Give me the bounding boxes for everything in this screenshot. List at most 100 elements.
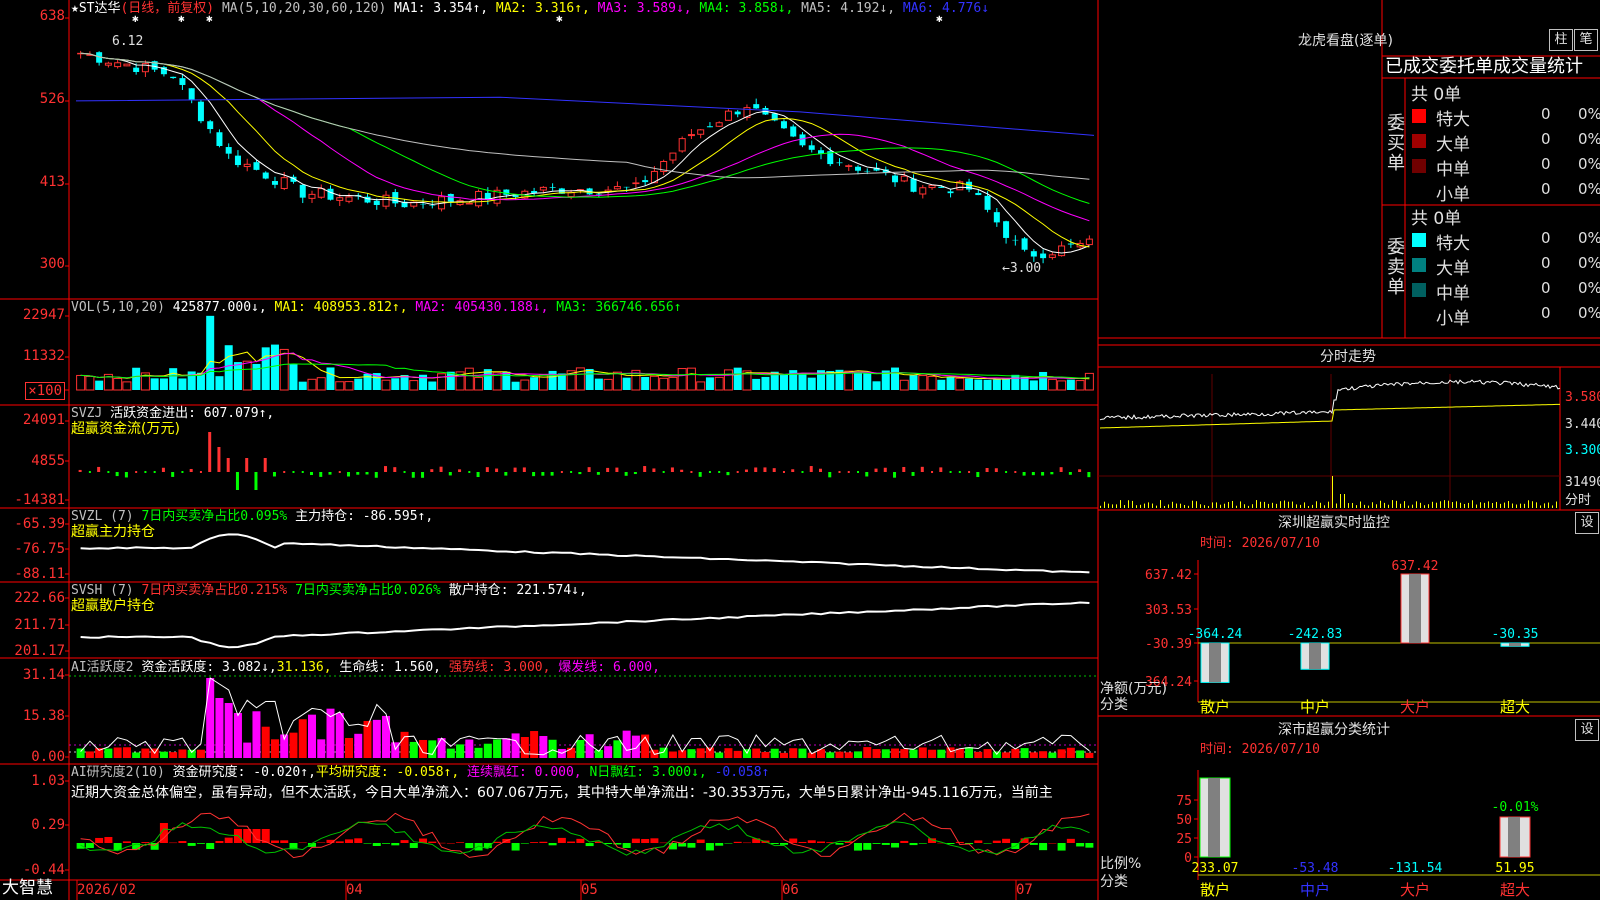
intraday-volume-bar xyxy=(1340,494,1341,508)
flow-dot xyxy=(292,471,295,473)
candle-up xyxy=(1048,254,1056,258)
flow-bar xyxy=(883,467,887,472)
volume-bar-down xyxy=(446,371,455,390)
candle-up xyxy=(678,138,686,152)
ai-research-ytick: 0.29 xyxy=(31,817,65,833)
flow-bar xyxy=(874,468,878,472)
flow-bar xyxy=(393,467,397,472)
intraday-volume-bar xyxy=(1240,501,1241,508)
candle-up xyxy=(900,175,908,182)
flow-bar xyxy=(1068,472,1072,475)
candle-up xyxy=(919,187,927,195)
flow-bar xyxy=(235,472,239,490)
bar-view-button[interactable]: 柱 xyxy=(1549,29,1573,51)
research-bar xyxy=(520,843,529,844)
ma-label: MA(5,10,20,30,60,120) xyxy=(221,1,387,16)
ma-line xyxy=(80,52,1090,254)
realtime-settings-button[interactable]: 设 xyxy=(1575,512,1599,534)
longhu-title: 龙虎看盘(逐单) xyxy=(1298,33,1393,49)
main-force-line xyxy=(80,533,1090,574)
volume-bar-down xyxy=(854,371,863,390)
flow-dot xyxy=(801,471,804,473)
activity-bar xyxy=(113,747,122,758)
volume-bar-up xyxy=(409,380,419,391)
volume-bar-down xyxy=(937,379,946,390)
volume-bar-up xyxy=(696,381,706,391)
research-bar xyxy=(122,841,131,843)
activity-bar xyxy=(335,713,344,758)
activity-bar xyxy=(937,749,946,758)
flow-dot xyxy=(283,471,286,473)
sell-color-swatch xyxy=(1412,233,1426,247)
activity-bar xyxy=(928,749,937,758)
kline-mode: (日线，前复权) xyxy=(120,1,215,16)
flow-bar xyxy=(208,432,212,472)
candle-down xyxy=(984,195,991,210)
activity-bar xyxy=(354,733,363,758)
activity-bar xyxy=(668,751,677,758)
research-bar xyxy=(742,842,751,844)
buy-color-swatch xyxy=(1412,159,1426,173)
flow-bar xyxy=(97,466,101,472)
activity-bar xyxy=(76,748,85,758)
flow-bar xyxy=(189,468,193,472)
intraday-volume-bar xyxy=(1148,502,1149,508)
candle-up xyxy=(123,63,131,67)
flow-bar xyxy=(911,472,915,476)
ai-active-a: 资金活跃度: 3.082↓, xyxy=(141,660,277,675)
volume-bar-up xyxy=(1057,380,1067,391)
terminal-window: ✱ ✱ ✱ ✱ ✱ 637.42 303.53 -30.39 -364.24 -364.24 散户 -… xyxy=(0,0,1600,900)
activity-bar xyxy=(1085,752,1094,758)
intraday-volume-bar xyxy=(1296,504,1297,508)
candle-down xyxy=(623,186,630,188)
classstat-value-label: 233.07 xyxy=(1192,861,1239,876)
flow-dot xyxy=(135,471,138,473)
research-bar xyxy=(974,840,983,843)
intraday-volume-bar xyxy=(1196,501,1197,508)
intraday-volume-bar xyxy=(1208,505,1209,508)
intraday-volume-bar xyxy=(1212,502,1213,508)
activity-bar xyxy=(233,713,242,758)
flow-bar xyxy=(744,469,748,472)
svzl-legend: SVZL (7) 7日内买卖净占比0.095% 主力持仓: -86.595↑, xyxy=(71,509,433,525)
classstat-settings-button[interactable]: 设 xyxy=(1575,719,1599,741)
intraday-volume-bar xyxy=(1244,504,1245,508)
flow-bar xyxy=(272,472,276,477)
volume-bar-down xyxy=(428,381,437,390)
intraday-volume-bar xyxy=(1156,505,1157,508)
candle-down xyxy=(234,155,241,166)
research-bar xyxy=(557,837,566,843)
research-bar xyxy=(585,843,594,847)
intraday-volume-bar xyxy=(1420,502,1421,508)
flow-bar xyxy=(828,472,832,478)
activity-bar xyxy=(474,747,483,758)
volume-bar-up xyxy=(899,379,909,391)
flow-bar xyxy=(124,472,128,478)
intraday-volume-bar xyxy=(1236,505,1237,508)
flow-dot xyxy=(144,471,147,473)
intraday-volume-bar xyxy=(1496,501,1497,508)
flow-dot xyxy=(968,471,971,473)
volume-bar-up xyxy=(659,377,669,391)
flow-bar xyxy=(818,468,822,472)
classstat-title: 深市超赢分类统计 xyxy=(1278,722,1390,738)
activity-bar xyxy=(169,752,178,758)
realtime-bar-shade xyxy=(1409,574,1421,643)
flow-bar xyxy=(772,468,776,472)
research-bar xyxy=(854,843,863,851)
longhu-tabs[interactable]: 已成交委托单成交量统计 xyxy=(1385,56,1598,78)
research-bar xyxy=(567,841,576,843)
realtime-category: 超大 xyxy=(1500,698,1530,716)
research-bar xyxy=(900,840,909,843)
flow-bar xyxy=(504,472,508,476)
intraday-volume-bar xyxy=(1128,500,1129,508)
tick-view-button[interactable]: 笔 xyxy=(1574,29,1598,51)
activity-bar xyxy=(104,748,113,758)
volume-bar-up xyxy=(844,370,854,391)
activity-bar xyxy=(881,749,890,758)
activity-bar xyxy=(270,739,279,758)
ai-active-c: 生命线: 1.560, xyxy=(339,660,442,675)
research-bar xyxy=(270,840,279,843)
sell-total: 共 0单 xyxy=(1411,209,1462,229)
flow-dot xyxy=(570,471,573,473)
